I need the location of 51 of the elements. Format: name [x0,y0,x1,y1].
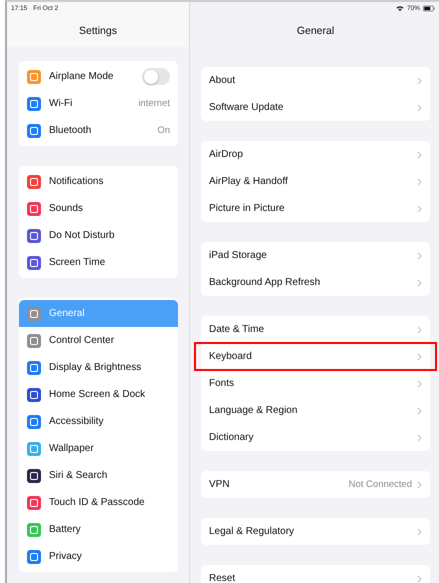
chevron-icon [417,434,422,442]
chevron-icon [417,76,422,84]
chevron-icon [417,326,422,334]
settings-row[interactable]: Keyboard [195,343,436,370]
settings-row[interactable]: Software Update [201,94,430,121]
settings-row[interactable]: Language & Region [201,397,430,424]
chevron-icon [417,480,422,488]
settings-row[interactable]: AirPlay & Handoff [201,168,430,195]
chevron-icon [417,352,422,360]
settings-row[interactable]: Date & Time [201,316,430,343]
sidebar-item[interactable]: Accessibility [19,408,178,435]
chevron-icon [417,528,422,536]
settings-row[interactable]: Legal & Regulatory [201,518,430,545]
chevron-icon [417,204,422,212]
sidebar-item[interactable]: Do Not Disturb [19,222,178,249]
chevron-icon [417,150,422,158]
chevron-icon [417,380,422,388]
sidebar-item[interactable]: Notifications [19,168,178,195]
sidebar-item[interactable]: Wi-Fi internet [19,90,178,117]
settings-row[interactable]: iPad Storage [201,242,430,269]
sidebar-item[interactable]: Bluetooth On [19,117,178,144]
settings-row[interactable]: Reset [201,565,430,583]
settings-row[interactable]: Dictionary [201,424,430,451]
sidebar-item[interactable]: Control Center [19,327,178,354]
sidebar-item[interactable]: Home Screen & Dock [19,381,178,408]
settings-row[interactable]: AirDrop [201,141,430,168]
settings-row[interactable]: Background App Refresh [201,269,430,296]
chevron-icon [417,104,422,112]
settings-row[interactable]: Fonts [201,370,430,397]
sidebar-title: Settings [79,25,117,37]
chevron-icon [417,574,422,582]
sidebar-item[interactable]: Privacy [19,543,178,570]
settings-row[interactable]: Picture in Picture [201,195,430,222]
sidebar-item[interactable]: Screen Time [19,249,178,276]
sidebar-item[interactable]: Touch ID & Passcode [19,489,178,516]
sidebar-item[interactable]: Sounds [19,195,178,222]
chevron-icon [417,178,422,186]
sidebar-item[interactable]: Airplane Mode [19,63,178,90]
chevron-icon [417,252,422,260]
wifi-icon [396,4,404,12]
toggle-switch[interactable] [142,68,170,85]
sidebar-item[interactable]: Display & Brightness [19,354,178,381]
chevron-icon [417,406,422,414]
settings-row[interactable]: VPN Not Connected [201,471,430,498]
settings-row[interactable]: About [201,67,430,94]
chevron-icon [417,278,422,286]
sidebar-item[interactable]: Wallpaper [19,435,178,462]
sidebar-item[interactable]: Siri & Search [19,462,178,489]
page-title: General [296,25,334,37]
battery-icon [423,4,435,12]
sidebar-item[interactable]: Battery [19,516,178,543]
